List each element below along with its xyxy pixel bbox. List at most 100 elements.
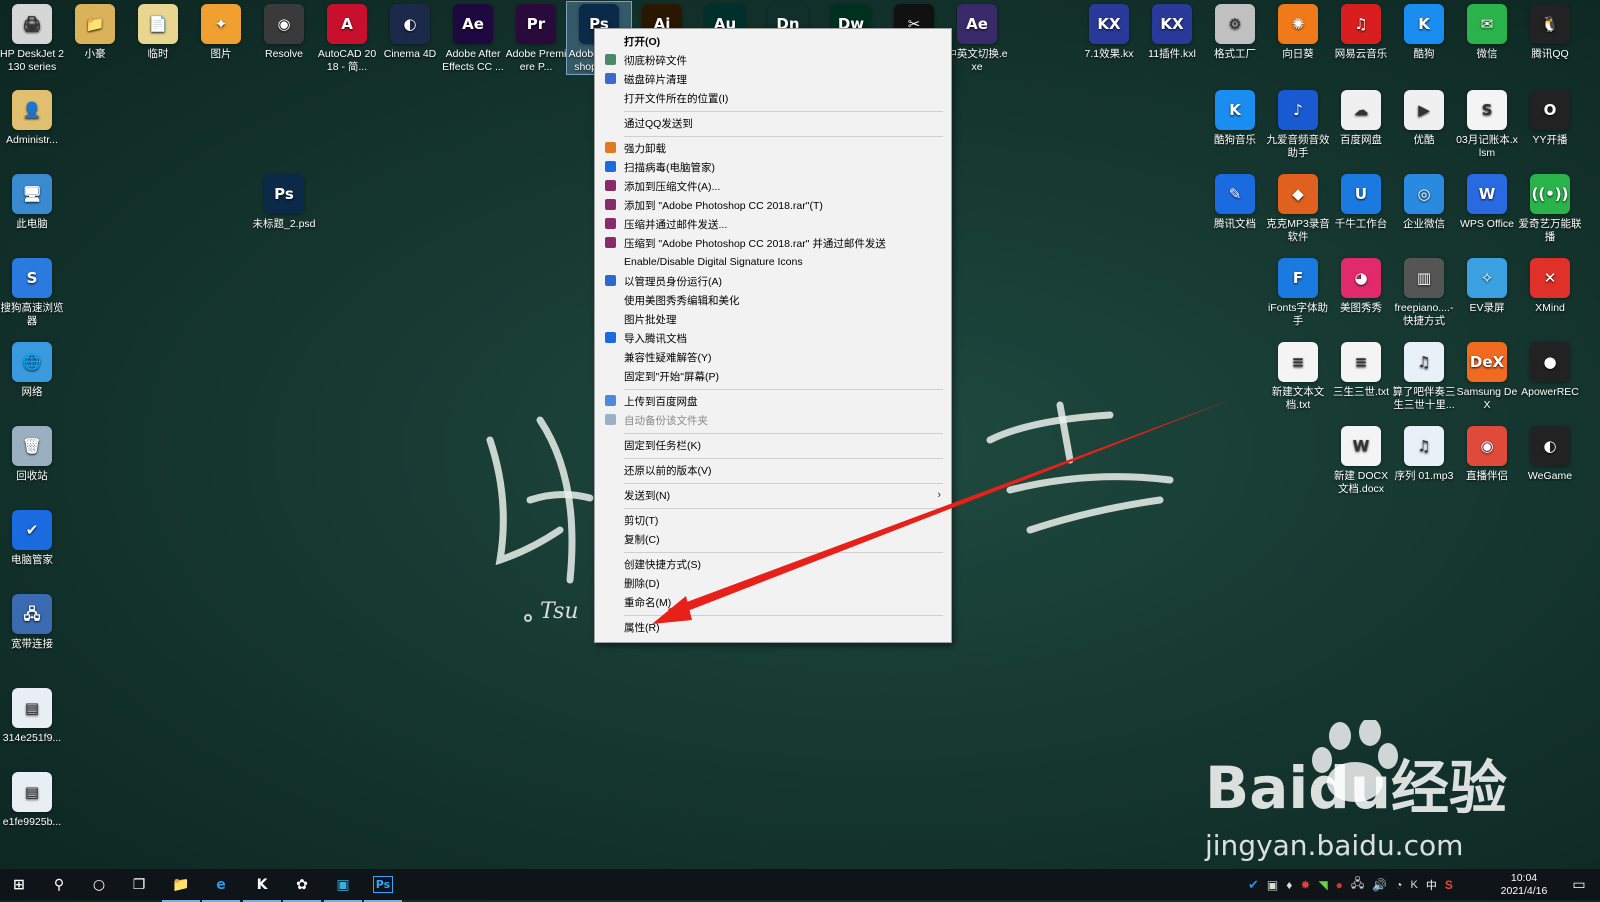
- edge-browser[interactable]: e: [202, 869, 240, 902]
- desktop-icon-live-helper[interactable]: ◉ 直播伴侣: [1455, 424, 1519, 483]
- file-explorer[interactable]: 📁: [162, 869, 200, 902]
- notification-center-button[interactable]: ▭: [1564, 869, 1594, 900]
- menu-item[interactable]: 固定到"开始"屏幕(P): [595, 367, 951, 385]
- desktop-icon-autocad[interactable]: A AutoCAD 2018 - 简...: [315, 2, 379, 74]
- network-status-icon[interactable]: 🖧: [1351, 874, 1364, 895]
- menu-item[interactable]: 上传到百度网盘: [595, 392, 951, 410]
- desktop-icon-cn-en-switch[interactable]: Ae 中英文切换.exe: [945, 2, 1009, 74]
- baidu-app[interactable]: ✿: [283, 869, 321, 902]
- start-button[interactable]: ⊞: [0, 869, 38, 900]
- menu-item[interactable]: 彻底粉碎文件: [595, 51, 951, 69]
- desktop-icon-yy[interactable]: O YY开播: [1518, 88, 1582, 147]
- menu-item[interactable]: 兼容性疑难解答(Y): [595, 348, 951, 366]
- desktop-icon-hp-deskjet[interactable]: 🖨 HP DeskJet 2130 series: [0, 2, 64, 74]
- menu-item[interactable]: 强力卸载: [595, 139, 951, 157]
- volume-icon[interactable]: 🔊: [1372, 878, 1387, 892]
- desktop-icon-tencent-qq[interactable]: 🐧 腾讯QQ: [1518, 2, 1582, 61]
- desktop-icon-kugou[interactable]: K 酷狗: [1392, 2, 1456, 61]
- desktop-icon-aiqiyi[interactable]: ((•)) 爱奇艺万能联播: [1518, 172, 1582, 244]
- desktop-icon-recycle-bin[interactable]: 🗑 回收站: [0, 424, 64, 483]
- menu-item[interactable]: 图片批处理: [595, 310, 951, 328]
- search-button[interactable]: ⚲: [40, 869, 78, 900]
- desktop-icon-wps[interactable]: W WPS Office: [1455, 172, 1519, 231]
- desktop-icon-baidu-netdisk[interactable]: ☁ 百度网盘: [1329, 88, 1393, 147]
- menu-item[interactable]: 压缩到 "Adobe Photoshop CC 2018.rar" 并通过邮件发…: [595, 234, 951, 252]
- desktop-icon-pictures[interactable]: ✦ 图片: [189, 2, 253, 61]
- desktop-icon-netease-music[interactable]: ♫ 网易云音乐: [1329, 2, 1393, 61]
- desktop-icon-untitled-psd[interactable]: Ps 未标题_2.psd: [252, 172, 316, 231]
- desktop-icon-img-314e[interactable]: ▤ 314e251f9...: [0, 686, 64, 745]
- menu-item[interactable]: 删除(D): [595, 574, 951, 592]
- desktop-icon-mp3-recorder[interactable]: ◆ 克克MP3录音软件: [1266, 172, 1330, 244]
- desktop-icon-ifonts[interactable]: FiFonts字体助手: [1266, 256, 1330, 328]
- pc-manager-tray-icon[interactable]: ✔: [1248, 877, 1259, 893]
- desktop-icon-network[interactable]: 🌐 网络: [0, 340, 64, 399]
- desktop-icon-apowerrec[interactable]: ● ApowerREC: [1518, 340, 1582, 399]
- desktop-icon-wechat[interactable]: ✉ 微信: [1455, 2, 1519, 61]
- desktop-icon-img-e1fe[interactable]: ▤ e1fe9925b...: [0, 770, 64, 829]
- cortana-button[interactable]: ○: [80, 869, 118, 900]
- menu-item[interactable]: Enable/Disable Digital Signature Icons: [595, 253, 951, 271]
- desktop-icon-kx-71[interactable]: KX 7.1效果.kx: [1077, 2, 1141, 61]
- desktop-icon-pc-manager[interactable]: ✔ 电脑管家: [0, 508, 64, 567]
- task-view-button[interactable]: ❐: [120, 869, 158, 900]
- desktop-icon-linshi[interactable]: 📄 临时: [126, 2, 190, 61]
- sogou-ime-icon[interactable]: S: [1445, 878, 1453, 892]
- desktop-icon-this-pc[interactable]: 🖥 此电脑: [0, 172, 64, 231]
- microphone-icon[interactable]: ♦: [1286, 878, 1292, 892]
- menu-item[interactable]: 属性(R): [595, 618, 951, 636]
- menu-item[interactable]: 固定到任务栏(K): [595, 436, 951, 454]
- desktop-icon-format-factory[interactable]: ⚙ 格式工厂: [1203, 2, 1267, 61]
- record-tray-icon[interactable]: ●: [1336, 878, 1343, 892]
- desktop-icon-new-docx[interactable]: W 新建 DOCX 文档.docx: [1329, 424, 1393, 496]
- menu-item[interactable]: 发送到(N) ›: [595, 486, 951, 504]
- nvidia-tray-icon[interactable]: ◥: [1318, 878, 1327, 892]
- desktop-icon-tencent-docs[interactable]: ✎ 腾讯文档: [1203, 172, 1267, 231]
- desktop-icon-sansheng-txt[interactable]: ≡ 三生三世.txt: [1329, 340, 1393, 399]
- screenshot-app[interactable]: ▣: [324, 869, 362, 902]
- kx-tray-icon[interactable]: K: [1411, 879, 1418, 891]
- menu-item[interactable]: 重命名(M): [595, 593, 951, 611]
- menu-item[interactable]: 打开文件所在的位置(I): [595, 89, 951, 107]
- desktop-icon-youku[interactable]: ▶ 优酷: [1392, 88, 1456, 147]
- menu-item[interactable]: 压缩并通过邮件发送...: [595, 215, 951, 233]
- desktop-icon-kx-11[interactable]: KX 11插件.kxl: [1140, 2, 1204, 61]
- desktop-icon-mp3-2[interactable]: ♫ 序列 01.mp3: [1392, 424, 1456, 483]
- menu-item[interactable]: 磁盘碎片清理: [595, 70, 951, 88]
- desktop-icon-broadband[interactable]: 🖧 宽带连接: [0, 592, 64, 651]
- photoshop-app[interactable]: Ps: [364, 869, 402, 902]
- kx-app[interactable]: K: [243, 869, 281, 902]
- desktop-icon-after-effects[interactable]: Ae Adobe After Effects CC ...: [441, 2, 505, 74]
- desktop-icon-xiaohao[interactable]: 📁 小豪: [63, 2, 127, 61]
- menu-item[interactable]: 添加到 "Adobe Photoshop CC 2018.rar"(T): [595, 196, 951, 214]
- menu-item[interactable]: 使用美图秀秀编辑和美化: [595, 291, 951, 309]
- ime-indicator[interactable]: 中: [1426, 877, 1437, 893]
- menu-item[interactable]: 通过QQ发送到: [595, 114, 951, 132]
- desktop-icon-cinema4d[interactable]: ◐ Cinema 4D: [378, 2, 442, 61]
- desktop-icon-xlsm[interactable]: S 03月记账本.xlsm: [1455, 88, 1519, 160]
- desktop-icon-sogou-browser[interactable]: S 搜狗高速浏览器: [0, 256, 64, 328]
- menu-item[interactable]: 扫描病毒(电脑管家): [595, 158, 951, 176]
- desktop-icon-administrator[interactable]: 👤 Administr...: [0, 88, 64, 147]
- clock[interactable]: 10:04 2021/4/16: [1496, 872, 1552, 898]
- menu-item[interactable]: 打开(O): [595, 32, 951, 50]
- desktop-icon-jiuai[interactable]: ♪ 九爱音频音效助手: [1266, 88, 1330, 160]
- desktop-icon-freepiano[interactable]: ▥ freepiano....- 快捷方式: [1392, 256, 1456, 328]
- desktop-icon-mp3-1[interactable]: ♫ 算了吧伴奏三生三世十里...: [1392, 340, 1456, 412]
- menu-item[interactable]: 以管理员身份运行(A): [595, 272, 951, 290]
- desktop-icon-kugou-music[interactable]: K 酷狗音乐: [1203, 88, 1267, 147]
- menu-item[interactable]: 复制(C): [595, 530, 951, 548]
- menu-item[interactable]: 添加到压缩文件(A)...: [595, 177, 951, 195]
- desktop-icon-meitu[interactable]: ◕ 美图秀秀: [1329, 256, 1393, 315]
- menu-item[interactable]: 导入腾讯文档: [595, 329, 951, 347]
- desktop-icon-ev-recorder[interactable]: ✧ EV录屏: [1455, 256, 1519, 315]
- desktop-icon-sunflower[interactable]: ✺ 向日葵: [1266, 2, 1330, 61]
- wifi-icon[interactable]: ◔: [1395, 878, 1402, 892]
- desktop-icon-wegame[interactable]: ◐ WeGame: [1518, 424, 1582, 483]
- desktop-icon-wecom[interactable]: ◎ 企业微信: [1392, 172, 1456, 231]
- desktop-icon-premiere[interactable]: Pr Adobe Premiere P...: [504, 2, 568, 74]
- desktop-icon-new-txt[interactable]: ≡ 新建文本文档.txt: [1266, 340, 1330, 412]
- desktop-icon-samsung-dex[interactable]: DeX Samsung DeX: [1455, 340, 1519, 412]
- menu-item[interactable]: 创建快捷方式(S): [595, 555, 951, 573]
- display-tray-icon[interactable]: ▣: [1267, 878, 1278, 892]
